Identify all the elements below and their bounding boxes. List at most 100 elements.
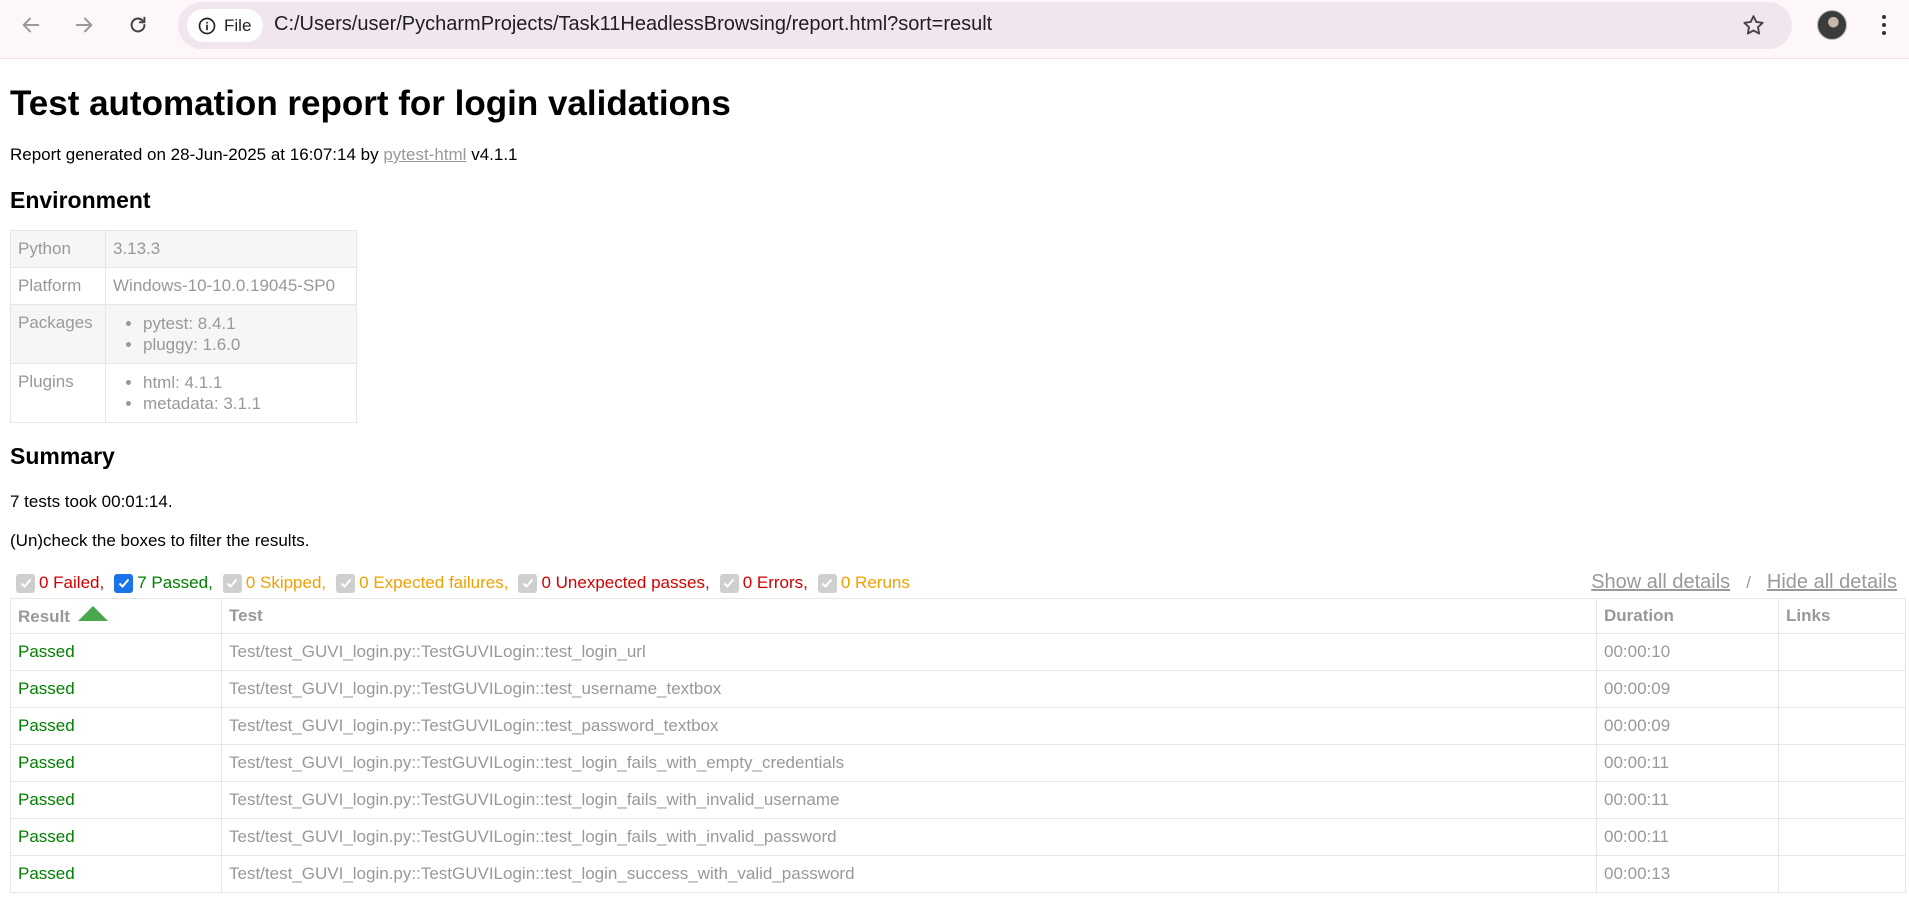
env-value: Windows-10-10.0.19045-SP0 bbox=[105, 267, 357, 305]
table-row[interactable]: Passed Test/test_GUVI_login.py::TestGUVI… bbox=[10, 744, 1906, 782]
test-cell: Test/test_GUVI_login.py::TestGUVILogin::… bbox=[221, 670, 1597, 708]
links-cell bbox=[1778, 781, 1906, 819]
env-list-item: metadata: 3.1.1 bbox=[143, 393, 349, 414]
env-key: Plugins bbox=[10, 363, 106, 423]
checkbox-errors[interactable] bbox=[719, 573, 739, 593]
back-button[interactable] bbox=[13, 7, 49, 43]
result-filters: 0 Failed, 7 Passed, 0 Skipped, 0 Expecte… bbox=[10, 571, 1899, 595]
check-icon bbox=[20, 578, 31, 588]
env-key: Platform bbox=[10, 267, 106, 305]
env-key: Python bbox=[10, 230, 106, 268]
filter-expected-failures-label: 0 Expected failures, bbox=[359, 573, 509, 592]
links-cell bbox=[1778, 633, 1906, 671]
summary-heading: Summary bbox=[10, 443, 115, 469]
table-row[interactable]: Passed Test/test_GUVI_login.py::TestGUVI… bbox=[10, 707, 1906, 745]
filter-unexpected-passes[interactable]: 0 Unexpected passes, bbox=[512, 573, 710, 593]
column-header-test[interactable]: Test bbox=[221, 598, 1597, 634]
filter-skipped[interactable]: 0 Skipped, bbox=[217, 573, 326, 593]
filter-reruns[interactable]: 0 Reruns bbox=[812, 573, 910, 593]
bookmark-star-button[interactable] bbox=[1741, 13, 1766, 43]
env-row: Packages pytest: 8.4.1 pluggy: 1.6.0 bbox=[10, 304, 357, 364]
result-cell[interactable]: Passed bbox=[10, 781, 222, 819]
site-info-chip[interactable]: File bbox=[187, 9, 264, 42]
kebab-menu-icon bbox=[1882, 15, 1886, 19]
checkbox-expected-failures[interactable] bbox=[336, 573, 356, 593]
info-icon bbox=[198, 17, 216, 34]
table-row[interactable]: Passed Test/test_GUVI_login.py::TestGUVI… bbox=[10, 855, 1906, 893]
generated-suffix: v4.1.1 bbox=[466, 145, 518, 164]
duration-cell: 00:00:11 bbox=[1596, 781, 1779, 819]
table-row[interactable]: Passed Test/test_GUVI_login.py::TestGUVI… bbox=[10, 818, 1906, 856]
reload-button[interactable] bbox=[120, 7, 156, 43]
result-cell[interactable]: Passed bbox=[10, 818, 222, 856]
result-cell[interactable]: Passed bbox=[10, 707, 222, 745]
results-header-row: Result Test Duration Links bbox=[10, 598, 1906, 634]
test-cell: Test/test_GUVI_login.py::TestGUVILogin::… bbox=[221, 818, 1597, 856]
table-row[interactable]: Passed Test/test_GUVI_login.py::TestGUVI… bbox=[10, 633, 1906, 671]
env-list-item: html: 4.1.1 bbox=[143, 372, 349, 393]
result-cell[interactable]: Passed bbox=[10, 744, 222, 782]
filter-errors-label: 0 Errors, bbox=[742, 573, 808, 592]
check-icon bbox=[340, 578, 351, 588]
check-icon bbox=[522, 578, 534, 588]
arrow-right-icon bbox=[75, 17, 93, 33]
env-key: Packages bbox=[10, 304, 106, 364]
links-cell bbox=[1778, 670, 1906, 708]
address-bar[interactable]: File C:/Users/user/PycharmProjects/Task1… bbox=[178, 2, 1792, 49]
checkbox-unexpected-passes[interactable] bbox=[518, 573, 538, 593]
reload-icon bbox=[130, 16, 146, 33]
filter-failed[interactable]: 0 Failed, bbox=[10, 573, 104, 593]
test-cell: Test/test_GUVI_login.py::TestGUVILogin::… bbox=[221, 781, 1597, 819]
report-generated-line: Report generated on 28-Jun-2025 at 16:07… bbox=[10, 145, 1899, 165]
checkbox-failed[interactable] bbox=[16, 573, 35, 593]
filter-expected-failures[interactable]: 0 Expected failures, bbox=[330, 573, 508, 593]
results-table: Result Test Duration Links Passed Test/t… bbox=[10, 598, 1906, 893]
env-list-item: pytest: 8.4.1 bbox=[143, 313, 349, 334]
filter-passed[interactable]: 7 Passed, bbox=[108, 573, 213, 593]
result-cell[interactable]: Passed bbox=[10, 670, 222, 708]
env-row: Python 3.13.3 bbox=[10, 230, 357, 268]
duration-cell: 00:00:11 bbox=[1596, 818, 1779, 856]
duration-cell: 00:00:10 bbox=[1596, 633, 1779, 671]
site-info-label: File bbox=[224, 15, 252, 35]
links-cell bbox=[1778, 855, 1906, 893]
filter-errors[interactable]: 0 Errors, bbox=[714, 573, 808, 593]
env-row: Platform Windows-10-10.0.19045-SP0 bbox=[10, 267, 357, 305]
profile-avatar[interactable] bbox=[1817, 10, 1847, 40]
env-row: Plugins html: 4.1.1 metadata: 3.1.1 bbox=[10, 363, 357, 423]
filter-failed-label: 0 Failed, bbox=[39, 573, 105, 592]
filter-passed-label: 7 Passed, bbox=[137, 573, 213, 592]
check-icon bbox=[822, 578, 833, 588]
url-text[interactable]: C:/Users/user/PycharmProjects/Task11Head… bbox=[274, 13, 992, 36]
column-header-result[interactable]: Result bbox=[10, 598, 222, 634]
forward-button[interactable] bbox=[66, 7, 102, 43]
filter-instructions: (Un)check the boxes to filter the result… bbox=[10, 531, 310, 550]
test-cell: Test/test_GUVI_login.py::TestGUVILogin::… bbox=[221, 707, 1597, 745]
result-cell[interactable]: Passed bbox=[10, 855, 222, 893]
hide-all-details-link[interactable]: Hide all details bbox=[1767, 571, 1897, 593]
filter-skipped-label: 0 Skipped, bbox=[245, 573, 327, 592]
checkbox-skipped[interactable] bbox=[222, 573, 242, 593]
environment-heading: Environment bbox=[10, 187, 151, 213]
table-row[interactable]: Passed Test/test_GUVI_login.py::TestGUVI… bbox=[10, 670, 1906, 708]
filter-unexpected-passes-label: 0 Unexpected passes, bbox=[541, 573, 710, 592]
filter-reruns-label: 0 Reruns bbox=[840, 573, 910, 592]
result-cell[interactable]: Passed bbox=[10, 633, 222, 671]
links-cell bbox=[1778, 818, 1906, 856]
pytest-html-link[interactable]: pytest-html bbox=[383, 145, 466, 164]
checkbox-reruns[interactable] bbox=[817, 573, 837, 593]
table-row[interactable]: Passed Test/test_GUVI_login.py::TestGUVI… bbox=[10, 781, 1906, 819]
links-cell bbox=[1778, 707, 1906, 745]
detail-toggle-links: Show all details / Hide all details bbox=[1591, 571, 1897, 594]
browser-menu-button[interactable] bbox=[1872, 10, 1896, 40]
column-header-links: Links bbox=[1778, 598, 1906, 634]
environment-table: Python 3.13.3 Platform Windows-10-10.0.1… bbox=[10, 230, 357, 423]
show-all-details-link[interactable]: Show all details bbox=[1591, 571, 1730, 593]
test-cell: Test/test_GUVI_login.py::TestGUVILogin::… bbox=[221, 855, 1597, 893]
checkbox-passed[interactable] bbox=[114, 573, 134, 593]
column-header-duration[interactable]: Duration bbox=[1596, 598, 1779, 634]
env-list-item: pluggy: 1.6.0 bbox=[143, 334, 349, 355]
env-value-list: pytest: 8.4.1 pluggy: 1.6.0 bbox=[105, 304, 357, 364]
duration-cell: 00:00:09 bbox=[1596, 707, 1779, 745]
duration-cell: 00:00:13 bbox=[1596, 855, 1779, 893]
